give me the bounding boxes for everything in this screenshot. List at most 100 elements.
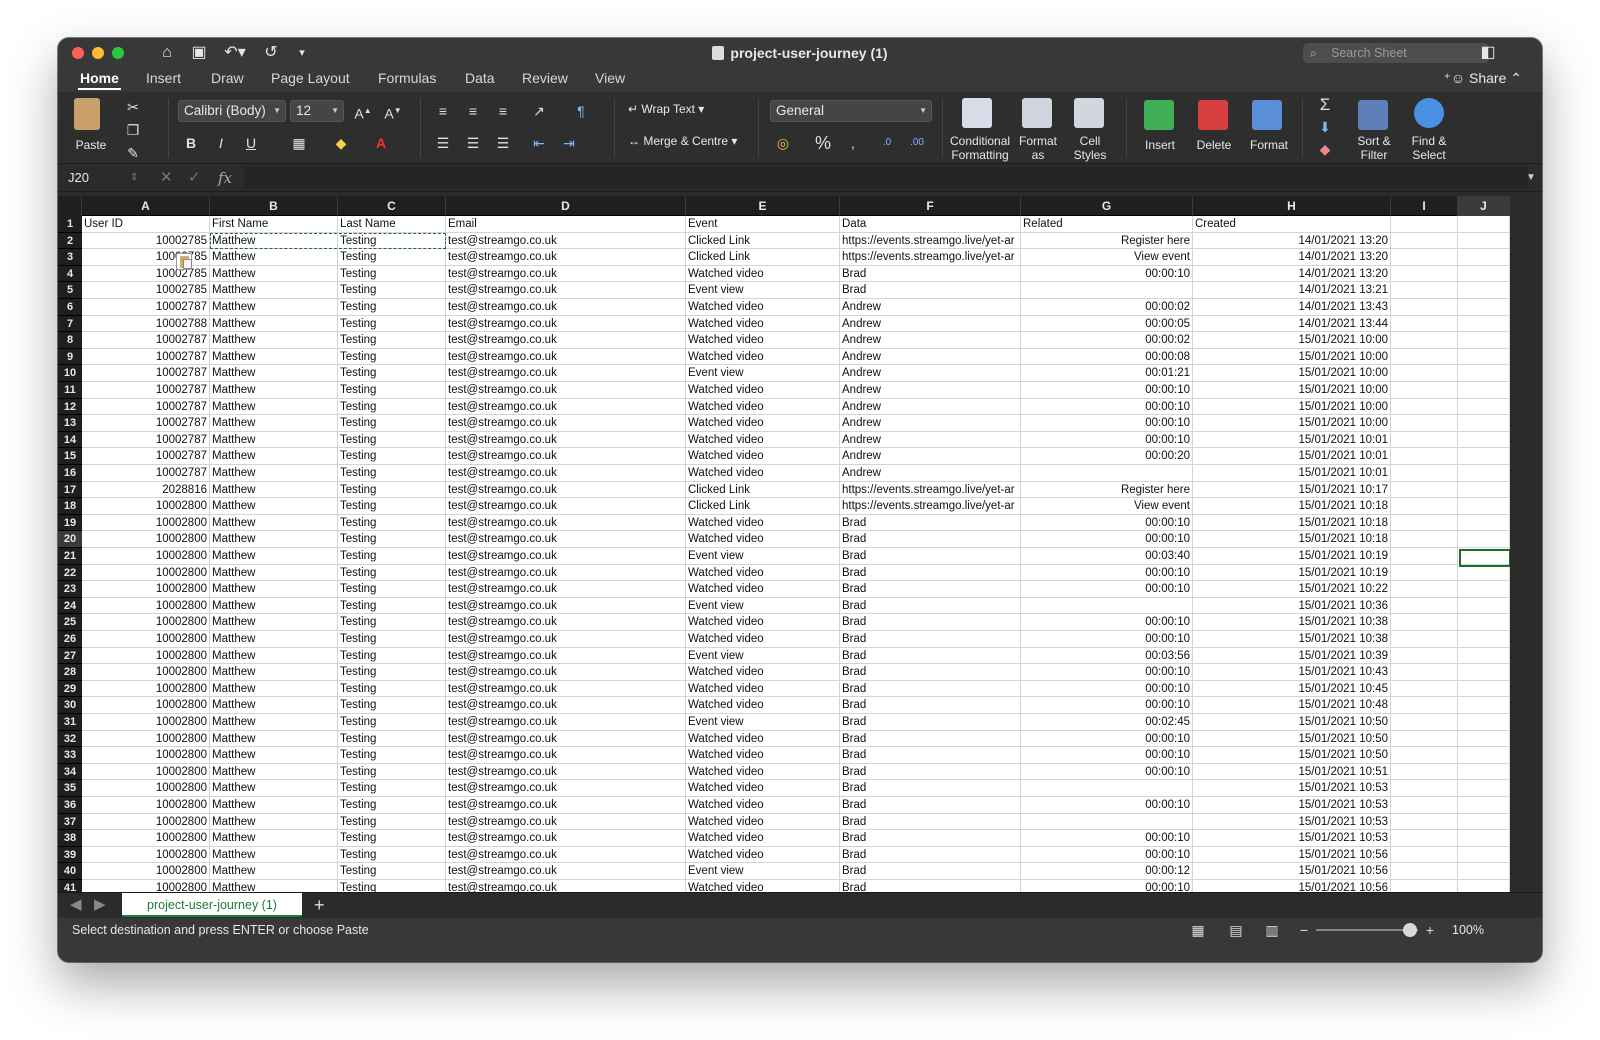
cell[interactable]: 15/01/2021 10:50: [1193, 747, 1391, 764]
cell[interactable]: Watched video: [686, 398, 840, 416]
cell[interactable]: [1458, 481, 1510, 499]
column-header[interactable]: C: [338, 196, 446, 216]
cell[interactable]: Clicked Link: [686, 481, 840, 499]
cell[interactable]: Brad: [840, 265, 1021, 283]
cell[interactable]: 00:00:10: [1021, 730, 1193, 748]
cell[interactable]: test@streamgo.co.uk: [446, 382, 686, 399]
cell[interactable]: Related: [1021, 216, 1193, 233]
cell[interactable]: Matthew: [210, 880, 338, 892]
cell[interactable]: 10002800: [82, 880, 210, 892]
cell[interactable]: [1458, 564, 1510, 582]
cell[interactable]: Matthew: [210, 631, 338, 648]
cell[interactable]: 00:00:05: [1021, 315, 1193, 333]
cell[interactable]: [1458, 382, 1510, 399]
cell[interactable]: Event view: [686, 282, 840, 299]
row-header[interactable]: 14: [58, 431, 82, 449]
add-sheet-button[interactable]: +: [314, 894, 325, 916]
cell[interactable]: test@streamgo.co.uk: [446, 697, 686, 714]
comma-style-icon[interactable]: ,: [842, 132, 864, 154]
cell[interactable]: [1391, 431, 1458, 449]
percent-button[interactable]: %: [812, 132, 834, 154]
cell[interactable]: User ID: [82, 216, 210, 233]
cell[interactable]: [1458, 680, 1510, 698]
cell[interactable]: [1391, 730, 1458, 748]
cell[interactable]: Testing: [338, 880, 446, 892]
cell[interactable]: 14/01/2021 13:44: [1193, 315, 1391, 333]
cell[interactable]: 10002800: [82, 797, 210, 814]
cell[interactable]: Matthew: [210, 498, 338, 515]
cell[interactable]: Testing: [338, 448, 446, 465]
cell[interactable]: Brad: [840, 614, 1021, 631]
cell[interactable]: test@streamgo.co.uk: [446, 232, 686, 250]
formula-input[interactable]: [244, 167, 1528, 189]
cell[interactable]: Matthew: [210, 548, 338, 565]
cell[interactable]: test@streamgo.co.uk: [446, 514, 686, 532]
cell[interactable]: 15/01/2021 10:39: [1193, 647, 1391, 665]
normal-view-icon[interactable]: ▦: [1188, 921, 1208, 939]
cell[interactable]: 15/01/2021 10:50: [1193, 714, 1391, 731]
cell[interactable]: Matthew: [210, 531, 338, 548]
cell[interactable]: [1458, 315, 1510, 333]
font-size-select[interactable]: 12 ▼: [290, 100, 344, 122]
cell[interactable]: Testing: [338, 647, 446, 665]
cell[interactable]: Brad: [840, 813, 1021, 831]
increase-decimal-icon[interactable]: .0: [876, 132, 898, 154]
number-format-select[interactable]: General ▼: [770, 100, 932, 122]
cell[interactable]: 00:00:10: [1021, 431, 1193, 449]
cell[interactable]: test@streamgo.co.uk: [446, 747, 686, 764]
cell[interactable]: Testing: [338, 365, 446, 382]
cell[interactable]: [1391, 216, 1458, 233]
cell[interactable]: Matthew: [210, 315, 338, 333]
cell[interactable]: Event view: [686, 714, 840, 731]
cell[interactable]: Andrew: [840, 415, 1021, 432]
cell[interactable]: [1391, 763, 1458, 781]
cell[interactable]: Watched video: [686, 730, 840, 748]
cell[interactable]: test@streamgo.co.uk: [446, 431, 686, 449]
cell[interactable]: Matthew: [210, 863, 338, 880]
cell[interactable]: 15/01/2021 10:01: [1193, 431, 1391, 449]
cell[interactable]: Testing: [338, 846, 446, 864]
cell[interactable]: test@streamgo.co.uk: [446, 348, 686, 366]
align-center-icon[interactable]: ☰: [462, 132, 484, 154]
cell[interactable]: [1391, 315, 1458, 333]
cell[interactable]: [1458, 813, 1510, 831]
cell[interactable]: 00:00:08: [1021, 348, 1193, 366]
cell[interactable]: [1458, 548, 1510, 565]
cell[interactable]: Brad: [840, 548, 1021, 565]
row-header[interactable]: 24: [58, 597, 82, 615]
cell[interactable]: Last Name: [338, 216, 446, 233]
cell[interactable]: 14/01/2021 13:20: [1193, 232, 1391, 250]
cell[interactable]: Matthew: [210, 365, 338, 382]
sort-filter-icon[interactable]: [1358, 100, 1388, 130]
cell[interactable]: Clicked Link: [686, 232, 840, 250]
italic-button[interactable]: I: [210, 132, 232, 154]
cell[interactable]: [1391, 564, 1458, 582]
cell[interactable]: 15/01/2021 10:00: [1193, 365, 1391, 382]
cell[interactable]: Matthew: [210, 282, 338, 299]
cell[interactable]: test@streamgo.co.uk: [446, 481, 686, 499]
cell[interactable]: Andrew: [840, 365, 1021, 382]
cell[interactable]: Watched video: [686, 581, 840, 598]
cell[interactable]: Brad: [840, 763, 1021, 781]
cell[interactable]: Watched video: [686, 348, 840, 366]
cell[interactable]: [1391, 830, 1458, 847]
find-select-button[interactable]: Find & Select: [1408, 134, 1450, 162]
cell[interactable]: [1458, 747, 1510, 764]
cell[interactable]: https://events.streamgo.live/yet-ar: [840, 232, 1021, 250]
cell[interactable]: Watched video: [686, 631, 840, 648]
cell[interactable]: Testing: [338, 265, 446, 283]
cell[interactable]: 10002787: [82, 365, 210, 382]
format-painter-icon[interactable]: ✎: [122, 142, 144, 164]
conditional-formatting-icon[interactable]: [962, 98, 992, 128]
cell[interactable]: 00:00:10: [1021, 697, 1193, 714]
format-as-table-icon[interactable]: [1022, 98, 1052, 128]
cell[interactable]: Testing: [338, 514, 446, 532]
cell[interactable]: [1391, 348, 1458, 366]
cell[interactable]: Brad: [840, 282, 1021, 299]
row-header[interactable]: 17: [58, 481, 82, 499]
cell[interactable]: Watched video: [686, 431, 840, 449]
cell[interactable]: Matthew: [210, 697, 338, 714]
cell[interactable]: Watched video: [686, 680, 840, 698]
page-layout-view-icon[interactable]: ▤: [1226, 921, 1246, 939]
cell[interactable]: [1391, 415, 1458, 432]
